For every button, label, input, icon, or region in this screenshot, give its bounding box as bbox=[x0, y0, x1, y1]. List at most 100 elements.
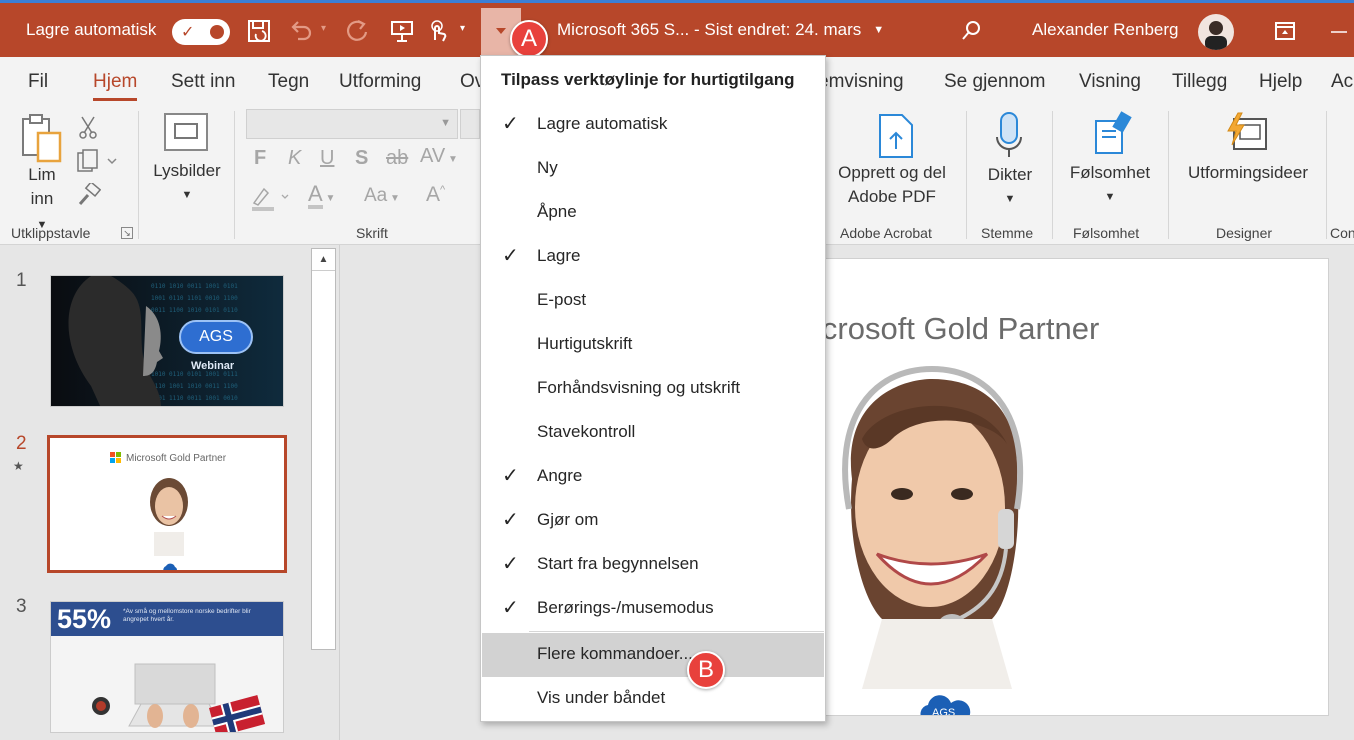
tab-se-gjennom[interactable]: Se gjennom bbox=[944, 71, 1045, 93]
paste-icon[interactable] bbox=[20, 113, 66, 168]
highlighter-icon[interactable] bbox=[250, 183, 290, 218]
menu-item[interactable]: E-post bbox=[482, 279, 824, 323]
new-slide-icon[interactable] bbox=[164, 113, 208, 151]
start-slideshow-icon[interactable] bbox=[387, 17, 417, 45]
adobe-pdf-icon[interactable] bbox=[876, 113, 916, 164]
chevron-down-icon: ▼ bbox=[181, 189, 193, 201]
check-icon: ✓ bbox=[502, 597, 519, 619]
undo-icon[interactable] bbox=[286, 17, 316, 45]
dictate-button[interactable]: Dikter ▼ bbox=[978, 163, 1042, 211]
thumbnail-scrollbar[interactable]: ▲ bbox=[311, 248, 336, 650]
menu-item[interactable]: Stavekontroll bbox=[482, 411, 824, 455]
touch-mode-icon[interactable] bbox=[423, 17, 453, 45]
undo-dropdown-icon[interactable]: ▾ bbox=[321, 23, 326, 34]
increase-font-button[interactable]: A^ bbox=[426, 183, 445, 207]
check-icon: ✓ bbox=[502, 113, 519, 135]
menu-item[interactable]: Åpne bbox=[482, 191, 824, 235]
design-ideas-icon[interactable] bbox=[1224, 111, 1270, 162]
main-slide[interactable]: icrosoft Gold Partner AGS bbox=[821, 258, 1329, 716]
bold-button[interactable]: F bbox=[254, 147, 266, 170]
ags-logo-icon bbox=[163, 563, 177, 570]
menu-item-label: Vis under båndet bbox=[537, 688, 666, 707]
svg-text:0110 1010 0011 1001 0101: 0110 1010 0011 1001 0101 bbox=[151, 283, 238, 290]
main-slide-title: icrosoft Gold Partner bbox=[821, 311, 1100, 346]
menu-item-label: Angre bbox=[537, 466, 583, 485]
group-separator bbox=[1326, 111, 1327, 239]
underline-button[interactable]: U bbox=[320, 147, 334, 170]
menu-item[interactable]: Hurtigutskrift bbox=[482, 323, 824, 367]
ribbon-display-options-icon[interactable] bbox=[1270, 17, 1300, 45]
tab-hjem[interactable]: Hjem bbox=[93, 71, 138, 101]
slide-2-photo bbox=[150, 478, 188, 556]
svg-text:1001 0110 1101 0010 1100: 1001 0110 1101 0010 1100 bbox=[151, 295, 238, 302]
chevron-down-icon: ▼ bbox=[1104, 191, 1116, 203]
tab-utforming[interactable]: Utforming bbox=[339, 71, 421, 93]
menu-item[interactable]: ✓ Start fra begynnelsen bbox=[482, 543, 824, 587]
redo-icon[interactable] bbox=[343, 17, 373, 45]
svg-text:1010 0110 0101 1001 0111: 1010 0110 0101 1001 0111 bbox=[151, 371, 238, 378]
qat-more-icon[interactable]: ▾ bbox=[460, 23, 465, 34]
group-label-clipboard: Utklippstavle bbox=[11, 225, 91, 241]
group-separator bbox=[966, 111, 967, 239]
design-ideas-button[interactable]: Utformingsideer bbox=[1178, 161, 1318, 185]
menu-item[interactable]: ✓ Lagre bbox=[482, 235, 824, 279]
sensitivity-icon[interactable] bbox=[1092, 111, 1132, 162]
slides-button[interactable]: Lysbilder ▼ bbox=[150, 159, 224, 207]
font-color-button[interactable]: A ▼ bbox=[308, 181, 335, 209]
font-size-select[interactable] bbox=[460, 109, 480, 139]
copy-icon[interactable] bbox=[76, 149, 120, 178]
ags-logo: AGS bbox=[918, 691, 972, 715]
menu-item[interactable]: Ny bbox=[482, 147, 824, 191]
dialog-launcher-icon[interactable]: ↘ bbox=[121, 227, 133, 239]
menu-item-more-commands[interactable]: Flere kommandoer... bbox=[482, 633, 824, 677]
format-painter-icon[interactable] bbox=[77, 181, 102, 212]
strikethrough-button[interactable]: ab bbox=[386, 147, 408, 170]
menu-item[interactable]: ✓ Lagre automatisk bbox=[482, 103, 824, 147]
tab-visning[interactable]: Visning bbox=[1079, 71, 1141, 93]
tab-tillegg[interactable]: Tillegg bbox=[1172, 71, 1227, 93]
tab-hjelp[interactable]: Hjelp bbox=[1259, 71, 1302, 93]
slide-number: 2 bbox=[16, 433, 27, 454]
menu-item-label: Lagre automatisk bbox=[537, 114, 668, 133]
slides-label: Lysbilder bbox=[153, 161, 221, 180]
create-pdf-button[interactable]: Opprett og del Adobe PDF bbox=[826, 161, 958, 209]
shadow-button[interactable]: S bbox=[355, 147, 368, 170]
minimize-icon[interactable] bbox=[1324, 17, 1354, 45]
menu-header: Tilpass verktøylinje for hurtigtilgang bbox=[501, 70, 795, 89]
slide-1-subtitle: Webinar bbox=[191, 360, 235, 372]
save-icon[interactable] bbox=[244, 17, 274, 45]
slide-thumbnail-2[interactable]: Microsoft Gold Partner bbox=[47, 435, 287, 573]
chevron-down-icon: ▼ bbox=[1004, 193, 1016, 205]
menu-item[interactable]: ✓ Angre bbox=[482, 455, 824, 499]
italic-button[interactable]: K bbox=[288, 147, 301, 170]
tab-tegn[interactable]: Tegn bbox=[268, 71, 309, 93]
tab-sett-inn[interactable]: Sett inn bbox=[171, 71, 235, 93]
group-separator bbox=[138, 111, 139, 239]
character-spacing-button[interactable]: AV ▼ bbox=[420, 145, 458, 168]
avatar[interactable] bbox=[1198, 14, 1234, 50]
check-icon: ✓ bbox=[502, 245, 519, 267]
slide-thumbnail-1[interactable]: 0110 1010 0011 1001 0101 1001 0110 1101 0… bbox=[50, 275, 284, 407]
change-case-button[interactable]: Aa ▼ bbox=[364, 185, 400, 207]
user-name[interactable]: Alexander Renberg bbox=[1032, 3, 1178, 57]
main-slide-photo bbox=[842, 365, 1024, 689]
menu-item[interactable]: Forhåndsvisning og utskrift bbox=[482, 367, 824, 411]
check-icon: ✓ bbox=[502, 553, 519, 575]
menu-item-show-below-ribbon[interactable]: Vis under båndet bbox=[482, 677, 824, 721]
microphone-icon[interactable] bbox=[994, 111, 1024, 166]
check-icon: ✓ bbox=[502, 509, 519, 531]
tab-acrobat[interactable]: Ac bbox=[1331, 71, 1353, 93]
menu-item[interactable]: ✓ Gjør om bbox=[482, 499, 824, 543]
tab-lysbildefremvisning[interactable]: emvisning bbox=[818, 71, 904, 93]
search-icon[interactable] bbox=[956, 17, 986, 45]
dictate-label: Dikter bbox=[987, 165, 1033, 184]
sensitivity-button[interactable]: Følsomhet ▼ bbox=[1062, 161, 1158, 209]
scissors-icon[interactable] bbox=[78, 115, 98, 144]
tab-fil[interactable]: Fil bbox=[28, 71, 48, 93]
font-family-select[interactable]: ▼ bbox=[246, 109, 458, 139]
slide-thumbnail-3[interactable]: 55% *Av små og mellomstore norske bedrif… bbox=[50, 601, 284, 733]
document-title[interactable]: Microsoft 365 S... - Sist endret: 24. ma… bbox=[557, 3, 884, 57]
scroll-up-icon[interactable]: ▲ bbox=[312, 249, 335, 271]
autosave-toggle[interactable]: ✓ bbox=[172, 19, 230, 45]
menu-item[interactable]: ✓ Berørings-/musemodus bbox=[482, 587, 824, 631]
